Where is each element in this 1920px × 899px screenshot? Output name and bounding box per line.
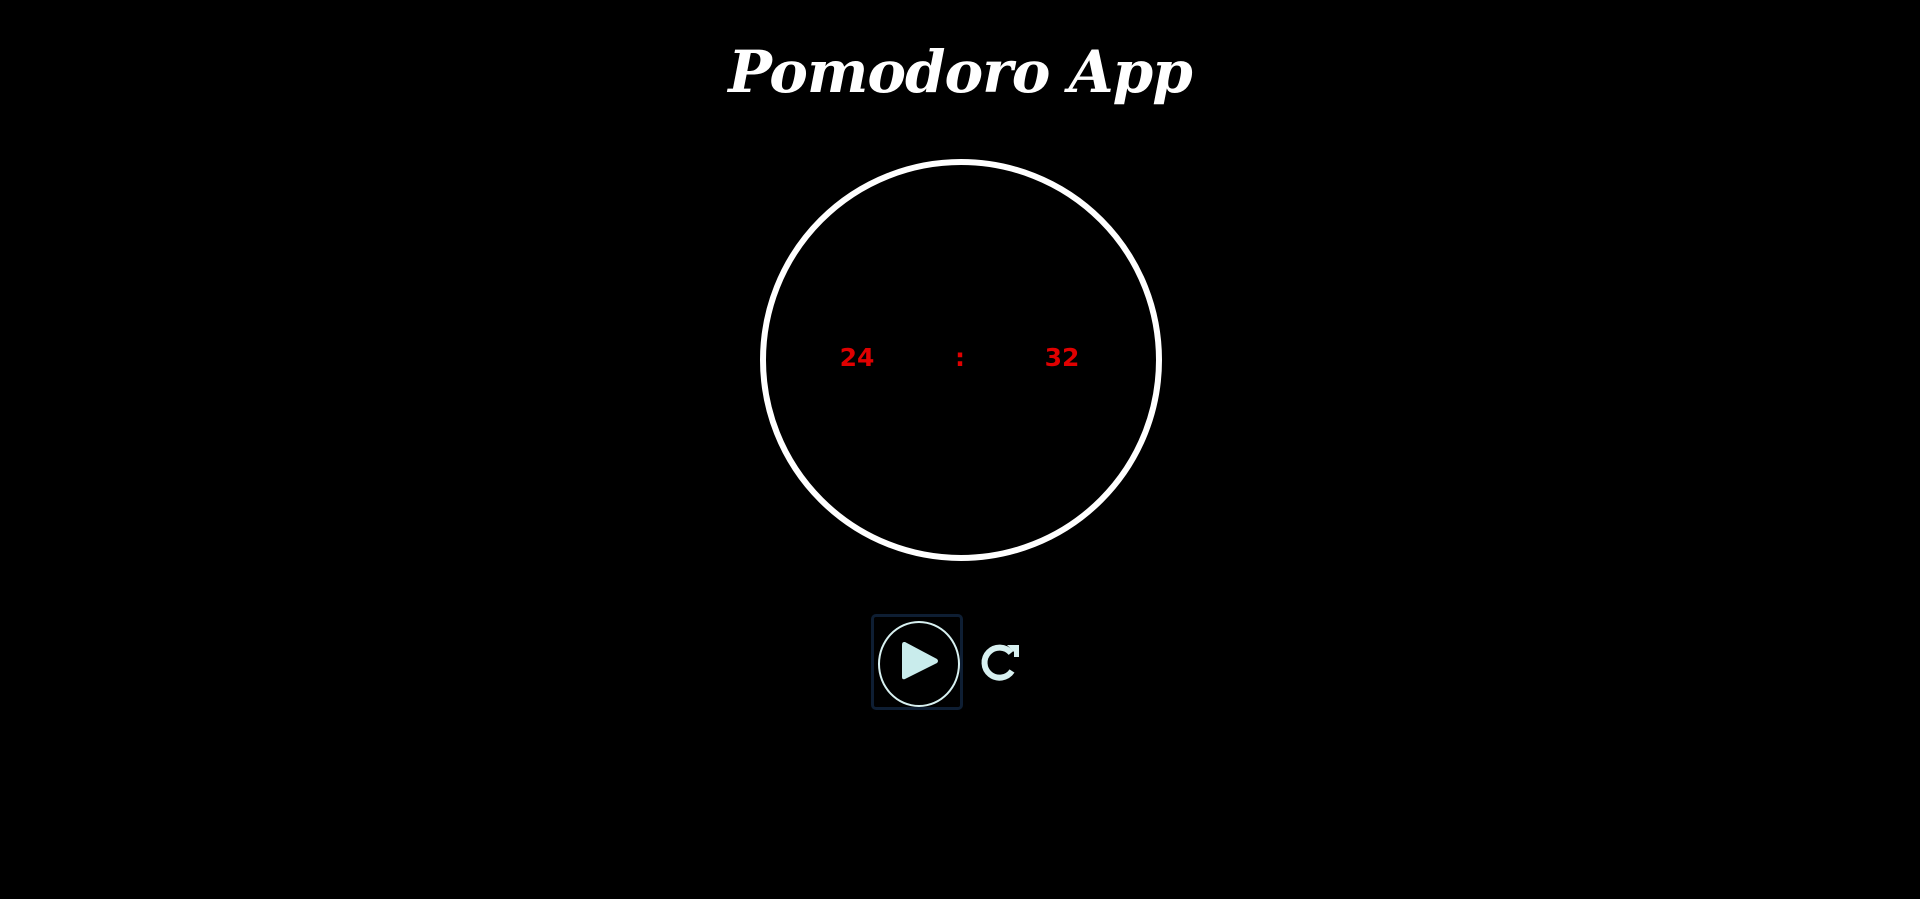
- play-icon: [902, 642, 938, 680]
- redo-icon: [981, 644, 1019, 681]
- timer-seconds: 32: [1044, 343, 1080, 372]
- pomodoro-app: Pomodoro App 24 : 32: [0, 0, 1920, 899]
- app-title: Pomodoro App: [728, 38, 1193, 106]
- timer-minutes: 24: [839, 343, 875, 372]
- play-button[interactable]: [871, 614, 963, 710]
- reset-button[interactable]: [978, 639, 1024, 685]
- timer-separator: :: [955, 343, 965, 372]
